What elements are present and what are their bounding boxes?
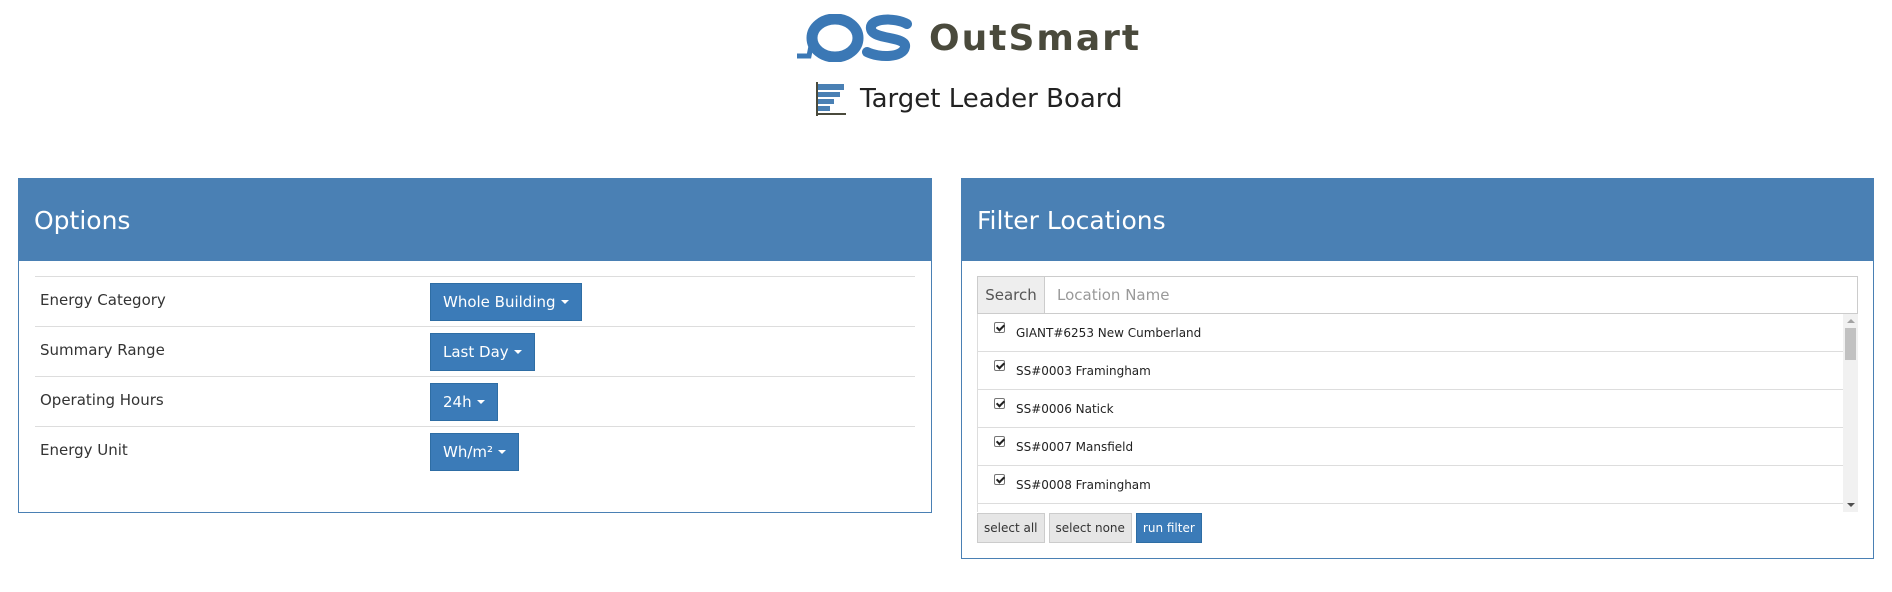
summary-range-dropdown[interactable]: Last Day — [430, 333, 535, 371]
location-name: SS#0006 Natick — [1016, 402, 1114, 416]
option-row-summary-range: Summary Range Last Day — [35, 327, 915, 377]
list-item: SS#0008 Framingham — [978, 466, 1847, 504]
search-label: Search — [978, 277, 1045, 313]
option-row-energy-unit: Energy Unit Wh/m² — [35, 427, 915, 476]
location-search-input[interactable] — [1045, 277, 1857, 313]
dropdown-value: 24h — [443, 393, 472, 411]
location-name: GIANT#6253 New Cumberland — [1016, 326, 1202, 340]
location-checkbox[interactable] — [994, 474, 1005, 485]
scroll-up-arrow-icon[interactable] — [1847, 319, 1855, 323]
dropdown-value: Wh/m² — [443, 443, 494, 461]
filter-heading: Filter Locations — [962, 179, 1873, 261]
option-row-operating-hours: Operating Hours 24h — [35, 377, 915, 427]
location-name: SS#0003 Framingham — [1016, 364, 1151, 378]
option-label: Energy Unit — [40, 441, 128, 459]
filter-actions: select all select none run filter — [977, 513, 1206, 543]
caret-down-icon — [498, 450, 507, 454]
select-all-button[interactable]: select all — [977, 513, 1045, 543]
filter-locations-panel: Filter Locations Search GIANT#6253 New C… — [961, 178, 1874, 559]
caret-down-icon — [560, 300, 569, 304]
energy-category-dropdown[interactable]: Whole Building — [430, 283, 582, 321]
location-checkbox[interactable] — [994, 322, 1005, 333]
list-item: SS#0007 Mansfield — [978, 428, 1847, 466]
dropdown-value: Whole Building — [443, 293, 556, 311]
option-label: Operating Hours — [40, 391, 164, 409]
dropdown-value: Last Day — [443, 343, 509, 361]
option-label: Energy Category — [40, 291, 166, 309]
options-panel: Options Energy Category Whole Building S… — [18, 178, 932, 513]
caret-down-icon — [476, 400, 485, 404]
options-heading: Options — [19, 179, 931, 261]
scrollbar-thumb[interactable] — [1845, 328, 1856, 360]
outsmart-os-logo-icon — [797, 14, 912, 62]
page-header: OutSmart Target Leader Board — [0, 0, 1892, 140]
operating-hours-dropdown[interactable]: 24h — [430, 383, 498, 421]
location-checkbox[interactable] — [994, 398, 1005, 409]
page-title-text: Target Leader Board — [860, 84, 1123, 114]
option-label: Summary Range — [40, 341, 165, 359]
location-name: SS#0008 Framingham — [1016, 478, 1151, 492]
brand-logo: OutSmart — [795, 14, 1141, 62]
page-title: Target Leader Board — [816, 82, 1123, 116]
location-list[interactable]: GIANT#6253 New Cumberland SS#0003 Framin… — [977, 314, 1858, 512]
energy-unit-dropdown[interactable]: Wh/m² — [430, 433, 520, 471]
list-item: SS#0003 Framingham — [978, 352, 1847, 390]
search-group: Search — [977, 276, 1858, 314]
option-row-energy-category: Energy Category Whole Building — [35, 277, 915, 327]
options-table: Energy Category Whole Building Summary R… — [35, 276, 915, 476]
location-name: SS#0007 Mansfield — [1016, 440, 1134, 454]
brand-name: OutSmart — [929, 17, 1142, 59]
list-item: GIANT#6253 New Cumberland — [978, 314, 1847, 352]
location-checkbox[interactable] — [994, 360, 1005, 371]
list-item: SS#0006 Natick — [978, 390, 1847, 428]
select-none-button[interactable]: select none — [1048, 513, 1132, 543]
location-list-scrollbar[interactable] — [1843, 314, 1858, 512]
scroll-down-arrow-icon[interactable] — [1847, 503, 1855, 507]
location-checkbox[interactable] — [994, 436, 1005, 447]
caret-down-icon — [513, 350, 522, 354]
run-filter-button[interactable]: run filter — [1135, 513, 1202, 543]
leaderboard-icon — [816, 82, 846, 116]
